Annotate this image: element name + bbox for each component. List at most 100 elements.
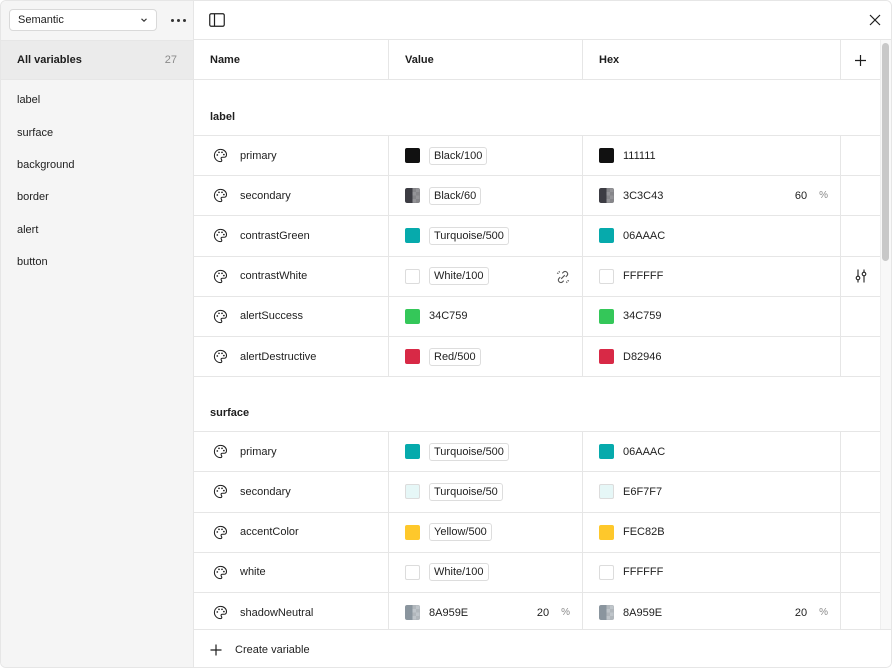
alias-pill[interactable]: Turquoise/500	[429, 226, 509, 245]
value-cell[interactable]: 8A959E 20%	[389, 592, 583, 629]
sidebar-item-background[interactable]: background	[1, 149, 193, 181]
table-row[interactable]: primary Black/100 111111	[194, 136, 880, 177]
value-cell[interactable]: White/100	[389, 552, 583, 592]
table-row[interactable]: primary Turquoise/500 06AAAC	[194, 432, 880, 473]
table-row[interactable]: white White/100 FFFFFF	[194, 552, 880, 593]
hex-swatch[interactable]	[599, 524, 614, 540]
name-cell[interactable]: shadowNeutral	[194, 592, 389, 629]
table-row[interactable]: accentColor Yellow/500 FEC82B	[194, 512, 880, 553]
hex-swatch[interactable]	[599, 564, 614, 580]
value-swatch[interactable]	[405, 349, 420, 365]
hex-cell[interactable]: 06AAAC	[583, 432, 841, 472]
table-row[interactable]: alertDestructive Red/500 D82946	[194, 336, 880, 378]
hex-opacity[interactable]: 20%	[795, 593, 828, 629]
value-text[interactable]: 8A959E	[429, 607, 468, 619]
hex-swatch[interactable]	[599, 228, 614, 244]
name-cell[interactable]: primary	[194, 432, 389, 472]
hex-cell[interactable]: 8A959E 20%	[583, 592, 841, 629]
action-cell[interactable]	[841, 216, 880, 255]
hex-swatch[interactable]	[599, 605, 614, 621]
value-cell[interactable]: Yellow/500	[389, 512, 583, 552]
alias-pill[interactable]: Yellow/500	[429, 523, 492, 542]
alias-pill[interactable]: Turquoise/500	[429, 442, 509, 461]
action-cell[interactable]	[841, 513, 880, 552]
value-swatch[interactable]	[405, 524, 420, 540]
unlink-icon[interactable]	[555, 269, 571, 285]
hex-cell[interactable]: 3C3C43 60%	[583, 176, 841, 216]
hex-swatch[interactable]	[599, 188, 614, 204]
name-cell[interactable]: secondary	[194, 472, 389, 512]
value-cell[interactable]: Turquoise/50	[389, 472, 583, 512]
table-row[interactable]: contrastGreen Turquoise/500 06AAAC	[194, 216, 880, 257]
value-swatch[interactable]	[405, 564, 420, 580]
table-row[interactable]: secondary Turquoise/50 E6F7F7	[194, 472, 880, 513]
hex-cell[interactable]: FFFFFF	[583, 256, 841, 296]
value-swatch[interactable]	[405, 268, 420, 284]
value-swatch[interactable]	[405, 308, 420, 324]
action-cell[interactable]	[841, 472, 880, 511]
hex-swatch[interactable]	[599, 349, 614, 365]
hex-cell[interactable]: 34C759	[583, 296, 841, 336]
value-swatch[interactable]	[405, 188, 420, 204]
value-cell[interactable]: Black/60	[389, 176, 583, 216]
table-row[interactable]: alertSuccess 34C759 34C759	[194, 296, 880, 337]
hex-cell[interactable]: 06AAAC	[583, 216, 841, 256]
value-swatch[interactable]	[405, 148, 420, 164]
value-opacity[interactable]: 20%	[537, 593, 570, 629]
hex-opacity[interactable]: 60%	[795, 176, 828, 215]
table-row[interactable]: secondary Black/60 3C3C43 60%	[194, 176, 880, 217]
action-cell[interactable]	[841, 257, 880, 296]
table-row[interactable]: shadowNeutral 8A959E 20% 8A959E 20%	[194, 592, 880, 629]
value-cell[interactable]: 34C759	[389, 296, 583, 336]
value-swatch[interactable]	[405, 484, 420, 500]
hex-cell[interactable]: D82946	[583, 336, 841, 377]
hex-swatch[interactable]	[599, 484, 614, 500]
name-cell[interactable]: alertDestructive	[194, 336, 389, 377]
sidebar-item-label[interactable]: label	[1, 84, 193, 116]
sliders-icon[interactable]	[853, 268, 869, 284]
value-cell[interactable]: White/100	[389, 256, 583, 296]
hex-swatch[interactable]	[599, 268, 614, 284]
add-column-button[interactable]	[841, 40, 880, 80]
sidebar-item-button[interactable]: button	[1, 246, 193, 278]
name-cell[interactable]: accentColor	[194, 512, 389, 552]
sidebar-item-alert[interactable]: alert	[1, 214, 193, 246]
all-variables-item[interactable]: All variables 27	[1, 40, 193, 80]
name-cell[interactable]: contrastWhite	[194, 256, 389, 296]
sidebar-toggle-icon[interactable]	[209, 13, 225, 27]
name-cell[interactable]: primary	[194, 136, 389, 176]
value-text[interactable]: 34C759	[429, 310, 468, 322]
alias-pill[interactable]: Black/100	[429, 146, 488, 165]
name-cell[interactable]: white	[194, 552, 389, 592]
name-cell[interactable]: secondary	[194, 176, 389, 216]
hex-cell[interactable]: 111111	[583, 136, 841, 176]
action-cell[interactable]	[841, 297, 880, 336]
value-cell[interactable]: Black/100	[389, 136, 583, 176]
hex-cell[interactable]: FFFFFF	[583, 552, 841, 592]
action-cell[interactable]	[841, 337, 880, 376]
hex-swatch[interactable]	[599, 308, 614, 324]
value-swatch[interactable]	[405, 228, 420, 244]
alias-pill[interactable]: Turquoise/50	[429, 482, 503, 501]
alias-pill[interactable]: White/100	[429, 563, 489, 582]
hex-cell[interactable]: FEC82B	[583, 512, 841, 552]
table-row[interactable]: contrastWhite White/100 FFFFFF	[194, 256, 880, 297]
name-cell[interactable]: contrastGreen	[194, 216, 389, 256]
scrollbar-thumb[interactable]	[882, 43, 889, 261]
action-cell[interactable]	[841, 176, 880, 215]
action-cell[interactable]	[841, 432, 880, 471]
value-cell[interactable]: Red/500	[389, 336, 583, 377]
hex-cell[interactable]: E6F7F7	[583, 472, 841, 512]
action-cell[interactable]	[841, 136, 880, 175]
create-variable-button[interactable]: Create variable	[194, 629, 891, 667]
close-icon[interactable]	[868, 13, 882, 27]
value-cell[interactable]: Turquoise/500	[389, 216, 583, 256]
collection-select[interactable]: Semantic	[9, 9, 157, 31]
value-cell[interactable]: Turquoise/500	[389, 432, 583, 472]
alias-pill[interactable]: Red/500	[429, 347, 481, 366]
action-cell[interactable]	[841, 553, 880, 592]
hex-swatch[interactable]	[599, 444, 614, 460]
alias-pill[interactable]: White/100	[429, 267, 489, 286]
alias-pill[interactable]: Black/60	[429, 186, 482, 205]
sidebar-item-surface[interactable]: surface	[1, 116, 193, 148]
